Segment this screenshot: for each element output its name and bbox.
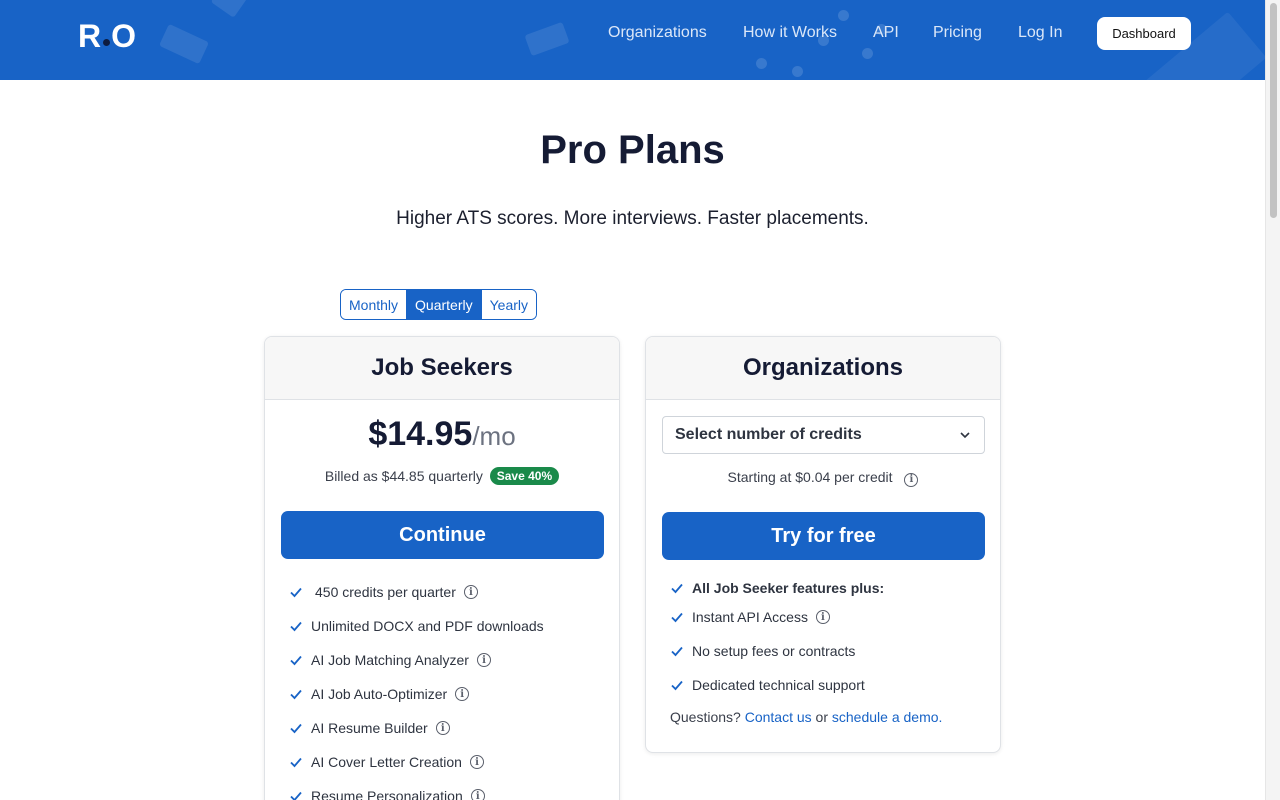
feature-item: All Job Seeker features plus: (670, 578, 884, 598)
chevron-down-icon (960, 432, 970, 439)
dashboard-button[interactable]: Dashboard (1097, 17, 1191, 50)
questions-or: or (815, 709, 828, 725)
job-seekers-price: $14.95/mo (265, 415, 619, 454)
feature-text: Instant API Access (692, 609, 808, 625)
page-subtitle: Higher ATS scores. More interviews. Fast… (396, 208, 869, 229)
feature-text: AI Job Auto-Optimizer (311, 686, 448, 702)
continue-button[interactable]: Continue (281, 511, 604, 559)
toggle-quarterly[interactable]: Quarterly (406, 290, 481, 319)
info-icon[interactable]: i (463, 585, 478, 599)
header-dot (862, 48, 873, 59)
check-icon (671, 646, 683, 657)
header-dot (838, 10, 849, 21)
nav-api[interactable]: API (873, 24, 899, 42)
info-icon[interactable]: i (455, 687, 470, 701)
toggle-yearly[interactable]: Yearly (480, 290, 537, 319)
job-seekers-feature-list: 450 credits per quarter i Unlimited DOCX… (289, 582, 544, 800)
starting-price-text: Starting at $0.04 per credit (727, 469, 893, 485)
billing-period-toggle: Monthly Quarterly Yearly (340, 289, 538, 320)
price-unit: /mo (472, 421, 516, 451)
feature-text: Unlimited DOCX and PDF downloads (311, 618, 544, 634)
price-amount: $14.95 (368, 415, 473, 453)
check-icon (290, 689, 302, 700)
organizations-card: Organizations Select number of credits S… (645, 336, 1001, 753)
header-decoration (158, 23, 210, 65)
check-icon (290, 587, 302, 598)
info-icon[interactable]: i (469, 755, 484, 769)
site-header: RO Organizations How it Works API Pricin… (0, 0, 1265, 80)
feature-item: Instant API Access i (670, 607, 884, 627)
check-icon (290, 621, 302, 632)
feature-item: Dedicated technical support (670, 675, 884, 695)
feature-text: AI Job Matching Analyzer (311, 652, 469, 668)
feature-item: No setup fees or contracts (670, 641, 884, 661)
scrollbar-thumb[interactable] (1270, 3, 1277, 218)
feature-item: Resume Personalization i (289, 786, 544, 800)
toggle-monthly[interactable]: Monthly (341, 290, 407, 319)
logo-letter-right: O (111, 18, 137, 54)
organizations-feature-list: All Job Seeker features plus: Instant AP… (670, 578, 884, 695)
feature-item: AI Job Auto-Optimizer i (289, 684, 544, 704)
billing-text: Billed as $44.85 quarterly (324, 468, 483, 484)
check-icon (671, 583, 683, 594)
site-logo[interactable]: RO (78, 18, 137, 55)
starting-price-note: Starting at $0.04 per credit i (646, 469, 1000, 487)
check-icon (290, 791, 302, 800)
billing-note: Billed as $44.85 quarterly Save 40% (265, 467, 619, 485)
header-decoration (210, 0, 248, 18)
questions-prefix: Questions? (670, 709, 741, 725)
job-seekers-card: Job Seekers $14.95/mo Billed as $44.85 q… (264, 336, 620, 800)
feature-text: Dedicated technical support (692, 677, 865, 693)
nav-log-in[interactable]: Log In (1018, 24, 1062, 42)
try-for-free-button[interactable]: Try for free (662, 512, 985, 560)
feature-text: All Job Seeker features plus: (692, 580, 885, 596)
check-icon (671, 612, 683, 623)
nav-pricing[interactable]: Pricing (933, 24, 982, 42)
contact-us-link[interactable]: Contact us (745, 709, 812, 725)
feature-text: Resume Personalization (311, 788, 463, 800)
feature-item: AI Resume Builder i (289, 718, 544, 738)
info-icon[interactable]: i (435, 721, 450, 735)
feature-item: AI Job Matching Analyzer i (289, 650, 544, 670)
check-icon (290, 655, 302, 666)
info-icon[interactable]: i (470, 789, 485, 800)
credits-select[interactable]: Select number of credits (662, 416, 985, 454)
feature-text: 450 credits per quarter (315, 584, 456, 600)
feature-item: 450 credits per quarter i (289, 582, 544, 602)
logo-dot (103, 39, 111, 46)
header-decoration (524, 21, 570, 57)
check-icon (671, 680, 683, 691)
logo-letter-left: R (78, 18, 103, 54)
feature-text: AI Cover Letter Creation (311, 754, 462, 770)
info-icon[interactable]: i (904, 472, 919, 487)
header-dot (792, 66, 803, 77)
feature-text: No setup fees or contracts (692, 643, 856, 659)
info-icon[interactable]: i (815, 610, 830, 624)
job-seekers-card-title: Job Seekers (265, 337, 619, 400)
savings-badge: Save 40% (489, 467, 560, 485)
feature-item: AI Cover Letter Creation i (289, 752, 544, 772)
page-title: Pro Plans (540, 128, 725, 172)
check-icon (290, 757, 302, 768)
schedule-demo-link[interactable]: schedule a demo. (832, 709, 943, 725)
nav-organizations[interactable]: Organizations (608, 24, 707, 42)
credits-select-value: Select number of credits (675, 426, 862, 443)
feature-item: Unlimited DOCX and PDF downloads (289, 616, 544, 636)
header-dot (756, 58, 767, 69)
feature-text: AI Resume Builder (311, 720, 428, 736)
page-scrollbar[interactable] (1265, 0, 1280, 800)
organizations-card-title: Organizations (646, 337, 1000, 400)
questions-line: Questions? Contact us or schedule a demo… (670, 709, 942, 725)
info-icon[interactable]: i (476, 653, 491, 667)
check-icon (290, 723, 302, 734)
nav-how-it-works[interactable]: How it Works (743, 24, 837, 42)
